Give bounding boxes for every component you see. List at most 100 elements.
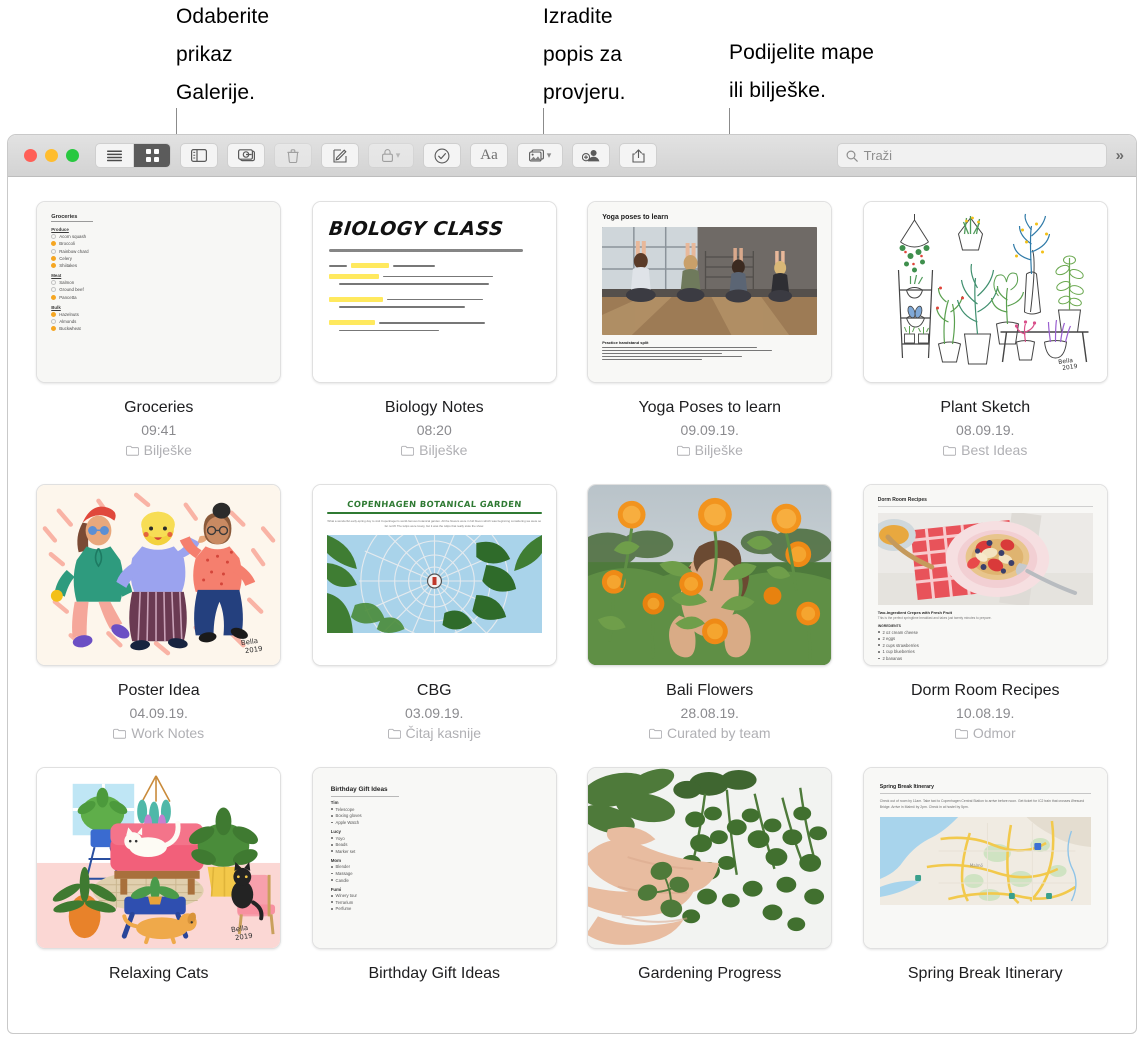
add-person-icon (582, 150, 600, 162)
note-folder-label: Bilješke (694, 442, 743, 458)
thumb-item: Beads (335, 842, 348, 848)
gallery-view-button[interactable] (133, 144, 170, 167)
note-date: 09.09.19. (680, 422, 739, 438)
thumb-item: 2 oz cream cheese (882, 629, 918, 635)
thumb-item: Almonds (59, 318, 77, 324)
thumb-list-title: INGREDIENTS (877, 624, 901, 629)
note-thumbnail-plant-sketch[interactable]: Bella 2019 (862, 201, 1108, 383)
note-date: 08:20 (416, 422, 452, 438)
thumb-item: Broccoli (59, 241, 75, 247)
note-date: 08.09.19. (956, 422, 1015, 438)
thumb-item: 2 bananas (882, 656, 903, 662)
note-thumbnail-relaxing-cats[interactable]: Bella 2019 (36, 767, 282, 949)
note-card[interactable]: Bella 2019 Plant Sketch 08.09.19. Best Id… (853, 201, 1119, 458)
note-title: Gardening Progress (638, 965, 782, 982)
recipe-photo (877, 512, 1093, 605)
compose-note-button[interactable] (321, 143, 359, 168)
window-controls (24, 149, 79, 162)
note-folder-label: Bilješke (419, 442, 468, 458)
lock-note-button[interactable]: ▾ (368, 143, 414, 168)
zoom-button[interactable] (66, 149, 79, 162)
thumb-subtitle: Two-Ingredient Crepes with Fresh Fruit (877, 609, 952, 615)
checklist-icon (434, 148, 450, 163)
thumb-item: 2 cups strawberries (882, 642, 919, 648)
thumb-item: Blender (335, 864, 350, 870)
note-thumbnail-poster-idea[interactable]: Bella 2019 (36, 484, 282, 666)
note-folder: Bilješke (401, 442, 467, 458)
plant-sketch-illustration: Bella2019 (897, 213, 1089, 372)
list-view-button[interactable] (96, 144, 133, 167)
row-spacer (26, 741, 1118, 767)
callout-text-gallery: Odaberite prikaz Galerije. (176, 5, 270, 104)
thumb-section-label: Bulk (51, 304, 61, 310)
note-card[interactable]: Bali Flowers 28.08.19. Curated by team (577, 484, 843, 741)
chevron-down-icon: ▾ (395, 150, 401, 160)
note-card[interactable]: Groceries Produce Acorn squash Broccoli … (26, 201, 292, 458)
note-card[interactable]: Spring Break Itinerary Check out of room… (853, 767, 1119, 983)
thumb-section-label: Produce (51, 227, 69, 232)
format-button[interactable]: Aa (470, 143, 508, 168)
notes-gallery-grid: Groceries Produce Acorn squash Broccoli … (8, 177, 1136, 983)
toolbar: ▾ Aa ▾ Traži » (8, 135, 1136, 177)
note-thumbnail-groceries[interactable]: Groceries Produce Acorn squash Broccoli … (36, 201, 282, 383)
note-folder: Odmor (954, 725, 1016, 741)
note-card[interactable]: BIOLOGY CLASS Biology Notes 08:20 Bilješ… (302, 201, 568, 458)
note-folder: Čitaj kasnije (387, 725, 481, 741)
note-title: Spring Break Itinerary (907, 965, 1063, 982)
note-card[interactable]: Birthday Gift Ideas Tim Telescope Boxing… (302, 767, 568, 983)
share-button[interactable] (619, 143, 657, 168)
checklist-button[interactable] (423, 143, 461, 168)
thumb-title: Birthday Gift Ideas (330, 786, 388, 793)
note-thumbnail-bali-flowers[interactable] (587, 484, 833, 666)
note-folder: Bilješke (676, 442, 743, 458)
new-folder-icon (237, 149, 255, 162)
note-card[interactable]: COPENHAGEN BOTANICAL GARDEN What a wonde… (302, 484, 568, 741)
thumb-item: Candle (335, 877, 349, 883)
cats-illustration: Bella2019 (37, 768, 281, 948)
note-thumbnail-yoga[interactable]: Yoga poses to learn Practice handstand s… (587, 201, 833, 383)
thumb-item: 2 eggs (882, 636, 896, 642)
note-folder: Best Ideas (943, 442, 1027, 458)
share-collaborate-button[interactable] (572, 143, 610, 168)
thumb-item: Celery (59, 255, 72, 261)
compose-icon (333, 148, 347, 163)
folder-icon (954, 728, 968, 739)
search-field[interactable]: Traži (836, 143, 1107, 168)
sidebar-toggle-button[interactable] (180, 143, 218, 168)
new-folder-button[interactable] (227, 143, 265, 168)
callout-text-share: Podijelite mape ili bilješke. (729, 41, 875, 102)
media-button[interactable]: ▾ (517, 143, 563, 168)
minimize-button[interactable] (45, 149, 58, 162)
thumb-item: Yoyo (335, 835, 345, 841)
note-title: CBG (416, 682, 452, 699)
thumb-group: Fumi (330, 886, 342, 892)
note-thumbnail-itinerary[interactable]: Spring Break Itinerary Check out of room… (862, 767, 1108, 949)
thumb-desc: This is the perfect springtime breakfast… (877, 616, 992, 621)
itinerary-map: Malmö (879, 817, 1091, 906)
thumb-group: Lucy (330, 828, 341, 834)
folder-icon (649, 728, 662, 739)
delete-button[interactable] (274, 143, 312, 168)
note-thumbnail-cbg[interactable]: COPENHAGEN BOTANICAL GARDEN What a wonde… (311, 484, 557, 666)
note-card[interactable]: Gardening Progress (577, 767, 843, 983)
note-card[interactable]: Yoga poses to learn Practice handstand s… (577, 201, 843, 458)
note-card[interactable]: Dorm Room Recipes Two-Ingredient Crepes … (853, 484, 1119, 741)
note-date: 09:41 (141, 422, 177, 438)
thumb-item: Acorn squash (59, 234, 87, 240)
note-thumbnail-gift-ideas[interactable]: Birthday Gift Ideas Tim Telescope Boxing… (311, 767, 557, 949)
thumb-item: Winery tour (335, 893, 357, 899)
note-thumbnail-biology[interactable]: BIOLOGY CLASS (311, 201, 557, 383)
thumb-item: Shiitakes (59, 262, 78, 268)
view-mode-segmented-control (95, 143, 171, 168)
note-title: Biology Notes (384, 399, 484, 416)
thumb-item: Salmon (59, 280, 75, 286)
note-thumbnail-dorm-recipes[interactable]: Dorm Room Recipes Two-Ingredient Crepes … (862, 484, 1108, 666)
note-card[interactable]: Bella 2019 Poster Idea 04.09.19. Work Not… (26, 484, 292, 741)
note-folder-label: Curated by team (667, 725, 771, 741)
note-card[interactable]: Bella 2019 Relaxing Cats (26, 767, 292, 983)
note-title: Birthday Gift Ideas (368, 965, 501, 982)
note-thumbnail-gardening[interactable] (587, 767, 833, 949)
folder-icon (401, 445, 415, 456)
close-button[interactable] (24, 149, 37, 162)
toolbar-overflow-button[interactable]: » (1116, 147, 1124, 164)
